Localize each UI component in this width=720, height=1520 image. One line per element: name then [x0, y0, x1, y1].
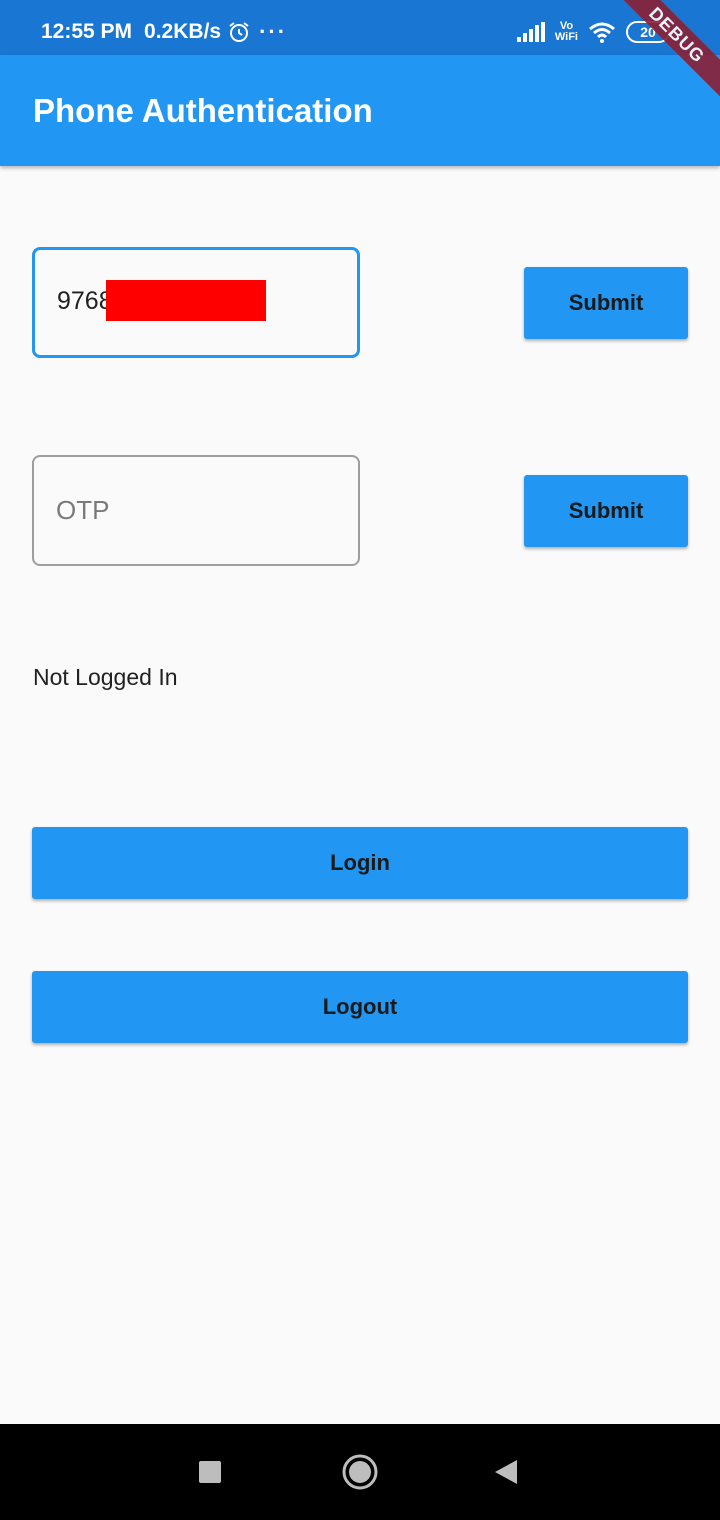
- otp-placeholder: OTP: [56, 495, 110, 525]
- otp-field[interactable]: OTP: [32, 455, 360, 566]
- app-bar: Phone Authentication: [0, 55, 720, 166]
- status-bar: 12:55 PM 0.2KB/s ··· Vo WiFi 20: [0, 0, 720, 55]
- phone-number-field[interactable]: 9768: [32, 247, 360, 358]
- circle-home-icon: [342, 1454, 378, 1490]
- page-title: Phone Authentication: [33, 92, 373, 129]
- vowifi-indicator: Vo WiFi: [555, 21, 578, 43]
- redaction-box: [106, 280, 266, 321]
- recents-button[interactable]: [170, 1424, 250, 1520]
- status-left: 12:55 PM 0.2KB/s ···: [41, 20, 287, 44]
- square-recents-icon: [199, 1461, 221, 1483]
- more-notifications-icon: ···: [259, 19, 288, 44]
- login-button[interactable]: Login: [32, 827, 688, 899]
- phone-submit-button[interactable]: Submit: [524, 267, 688, 339]
- system-nav-bar: [0, 1424, 720, 1520]
- alarm-clock-icon: [229, 22, 249, 42]
- wifi-icon: [589, 22, 615, 43]
- logout-button[interactable]: Logout: [32, 971, 688, 1043]
- phone-number-value: 9768: [57, 287, 113, 315]
- clock: 12:55 PM: [41, 20, 133, 43]
- otp-submit-button[interactable]: Submit: [524, 475, 688, 547]
- auth-status-text: Not Logged In: [33, 664, 178, 690]
- network-speed: 0.2KB/s: [144, 20, 222, 43]
- vowifi-bottom: WiFi: [554, 31, 578, 43]
- cell-signal-icon: [516, 22, 545, 42]
- back-button[interactable]: [466, 1424, 546, 1520]
- home-button[interactable]: [320, 1424, 400, 1520]
- triangle-back-icon: [495, 1460, 517, 1484]
- status-right: Vo WiFi 20: [507, 21, 670, 43]
